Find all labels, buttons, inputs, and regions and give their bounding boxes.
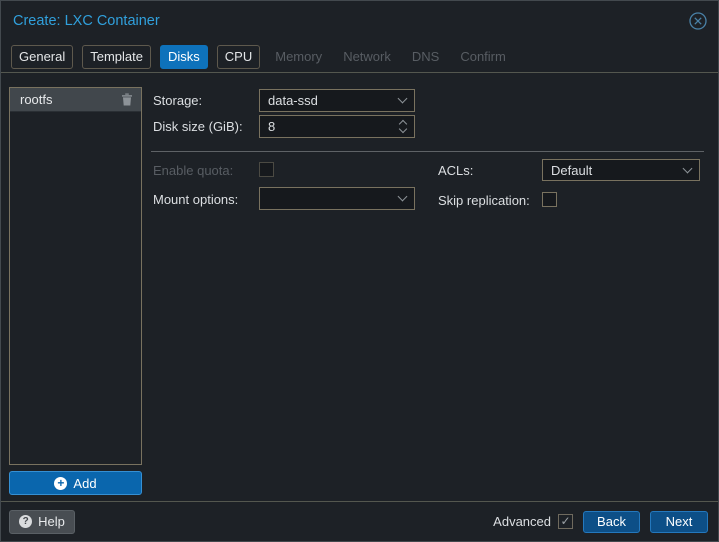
chevron-down-icon[interactable]	[397, 191, 408, 202]
tab-disks[interactable]: Disks	[160, 44, 208, 69]
question-circle-icon: ?	[19, 515, 33, 528]
chevron-down-icon[interactable]	[682, 163, 693, 173]
tab-cpu[interactable]: CPU	[216, 44, 261, 69]
create-lxc-container-dialog: Create: LXC Container General Template D…	[0, 0, 719, 542]
storage-select[interactable]: data-ssd	[259, 89, 415, 112]
tab-template[interactable]: Template	[82, 44, 151, 69]
disk-size-value: 8	[268, 119, 276, 134]
advanced-label: Advanced	[493, 514, 551, 529]
disks-tab-content: rootfs + Add Storage: data-ssd Disk size…	[1, 72, 718, 502]
help-button-label: Help	[38, 514, 65, 529]
mountpoint-row-rootfs[interactable]: rootfs	[10, 88, 141, 112]
skip-replication-label: Skip replication:	[438, 193, 530, 208]
dialog-footer: ? Help Advanced ✓ Back Next	[1, 502, 718, 541]
acls-label: ACLs:	[438, 163, 474, 178]
skip-replication-checkbox[interactable]	[542, 192, 557, 207]
mount-options-select[interactable]	[259, 187, 415, 210]
chevron-down-icon[interactable]	[397, 93, 408, 104]
back-button[interactable]: Back	[583, 510, 640, 533]
advanced-checkbox[interactable]: ✓	[558, 514, 573, 529]
trash-icon[interactable]	[121, 93, 133, 106]
mount-options-label: Mount options:	[153, 192, 239, 207]
acls-select[interactable]: Default	[542, 159, 700, 181]
disk-size-label: Disk size (GiB):	[153, 119, 243, 134]
tab-dns: DNS	[411, 45, 440, 69]
spinner-down-icon[interactable]	[398, 124, 408, 134]
dialog-title: Create: LXC Container	[13, 13, 160, 29]
next-button[interactable]: Next	[650, 510, 708, 533]
add-button-label: Add	[73, 475, 97, 491]
disk-size-spinner[interactable]: 8	[259, 115, 415, 138]
enable-quota-label: Enable quota:	[153, 163, 234, 178]
help-button[interactable]: ? Help	[9, 509, 75, 534]
storage-label: Storage:	[153, 93, 203, 108]
enable-quota-checkbox	[259, 162, 274, 177]
close-icon[interactable]	[688, 11, 708, 31]
tab-confirm: Confirm	[459, 45, 507, 69]
plus-circle-icon: +	[54, 476, 68, 490]
dialog-titlebar: Create: LXC Container	[1, 1, 718, 41]
tab-memory: Memory	[274, 45, 323, 69]
acls-value: Default	[551, 162, 593, 178]
mountpoint-list: rootfs	[9, 87, 142, 465]
section-divider	[151, 151, 704, 152]
tab-general[interactable]: General	[11, 44, 74, 69]
storage-value: data-ssd	[268, 93, 318, 108]
mountpoint-label: rootfs	[20, 92, 53, 107]
tab-network: Network	[342, 45, 392, 69]
add-mountpoint-button[interactable]: + Add	[9, 471, 142, 495]
wizard-tabbar: General Template Disks CPU Memory Networ…	[1, 41, 718, 72]
